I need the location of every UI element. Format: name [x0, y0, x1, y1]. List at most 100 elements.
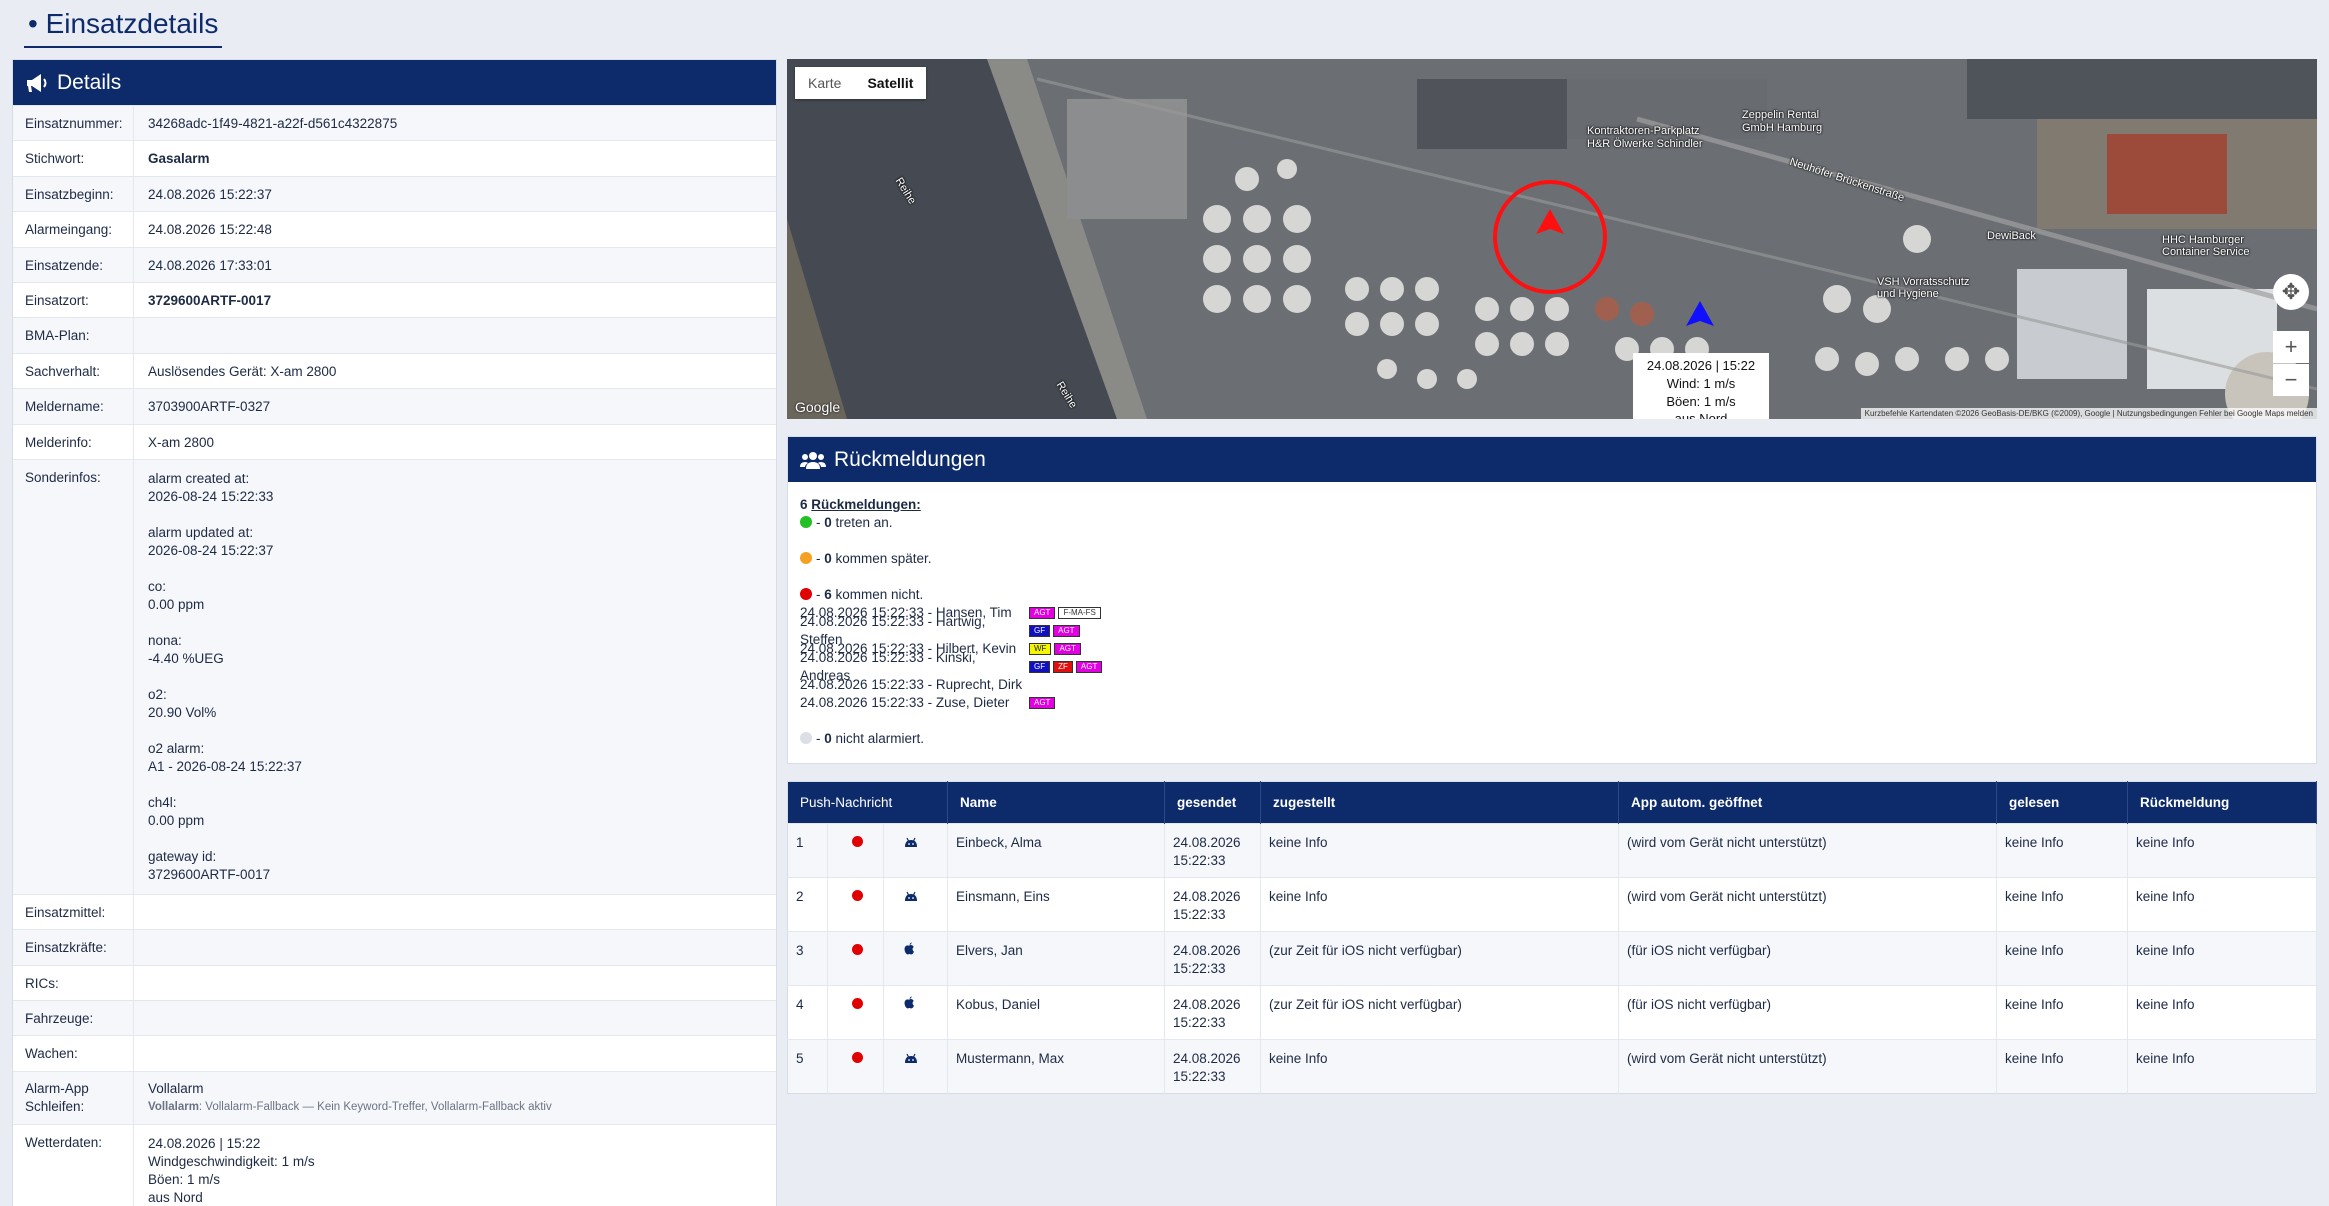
map-view[interactable]: Reihe Reihe Kontraktoren-Parkplatz H&R Ö… — [787, 59, 2317, 419]
map-type-satellit-button[interactable]: Satellit — [854, 67, 926, 99]
cell-gesendet: 24.08.2026 15:22:33 — [1164, 931, 1261, 986]
header-app-geoeffnet[interactable]: App autom. geöffnet — [1618, 781, 1997, 824]
zoom-out-button[interactable]: − — [2273, 364, 2309, 396]
sent-time: 15:22:33 — [1173, 907, 1226, 922]
orange-dot-icon — [800, 552, 812, 564]
cell-nr: 3 — [787, 931, 828, 986]
map-pan-control[interactable]: ✥ — [2273, 274, 2309, 310]
sonderinfo-line: 2026-08-24 15:22:33 — [148, 488, 274, 504]
table-row[interactable]: 5 Mustermann, Max 24.08.2026 15:22:33 keine … — [787, 1039, 2317, 1094]
detail-label: Melderinfo: — [13, 424, 134, 459]
treten-label: treten an. — [831, 515, 893, 530]
header-rueckmeldung[interactable]: Rückmeldung — [2127, 781, 2317, 824]
detail-label: Einsatzkräfte: — [13, 930, 134, 965]
label-line: Schleifen: — [25, 1098, 85, 1114]
header-push[interactable]: Push-Nachricht — [787, 781, 948, 824]
sonderinfo-line: alarm updated at: — [148, 524, 254, 540]
cell-os — [883, 1039, 948, 1094]
cell-gelesen: keine Info — [1996, 1039, 2128, 1094]
detail-row: Alarmeingang: 24.08.2026 15:22:48 — [13, 211, 776, 247]
cell-name: Mustermann, Max — [947, 1039, 1165, 1094]
treten-count: 0 — [824, 515, 832, 530]
detail-label: Sonderinfos: — [13, 459, 134, 894]
detail-label: Einsatzende: — [13, 247, 134, 282]
header-gesendet[interactable]: gesendet — [1164, 781, 1261, 824]
android-icon — [904, 888, 918, 906]
rueckmeldungen-header: Rückmeldungen — [788, 437, 2316, 482]
detail-label: Wetterdaten: — [13, 1124, 134, 1206]
wetter-line: 24.08.2026 | 15:22 — [148, 1135, 261, 1151]
push-table-header: Push-Nachricht Name gesendet zugestellt … — [787, 781, 2317, 824]
detail-row: Einsatzmittel: — [13, 893, 776, 930]
map-label-zeppelin: Zeppelin Rental — [1742, 109, 1820, 121]
table-row[interactable]: 4 Kobus, Daniel 24.08.2026 15:22:33 (zur Zei… — [787, 985, 2317, 1040]
grey-dot-icon — [800, 732, 812, 744]
detail-label: BMA-Plan: — [13, 318, 134, 353]
detail-row: RICs: — [13, 964, 776, 1001]
map-type-karte-button[interactable]: Karte — [795, 67, 854, 99]
map-label-zeppelin: GmbH Hamburg — [1742, 122, 1823, 134]
map-attribution[interactable]: Kurzbefehle Kartendaten ©2026 GeoBasis-D… — [1860, 408, 2317, 419]
count-link[interactable]: Rückmeldungen: — [811, 497, 921, 512]
qualification-badge: GF — [1029, 661, 1051, 673]
table-row[interactable]: 2 Einsmann, Eins 24.08.2026 15:22:33 keine I… — [787, 877, 2317, 932]
qualification-badge: F-MA-FS — [1058, 607, 1101, 619]
sonderinfo-line: A1 - 2026-08-24 15:22:37 — [148, 758, 302, 774]
wetter-line: aus Nord — [148, 1189, 203, 1205]
header-gelesen[interactable]: gelesen — [1996, 781, 2128, 824]
nicht-label: kommen nicht. — [831, 587, 924, 602]
wetter-line: Böen: 1 m/s — [148, 1171, 221, 1187]
detail-row: Einsatznummer: 34268adc-1f49-4821-a22f-d5… — [13, 105, 776, 141]
header-name[interactable]: Name — [947, 781, 1165, 824]
detail-value — [134, 966, 148, 1000]
detail-value — [134, 895, 148, 929]
qualification-badge: AGT — [1053, 625, 1080, 637]
rueckmeldungen-body: 6 Rückmeldungen: - 0 treten an. - 0 komm… — [788, 482, 2316, 762]
detail-value: 24.08.2026 15:22:48 — [148, 222, 272, 238]
detail-row: Sachverhalt: Auslösendes Gerät: X-am 2800 — [13, 352, 776, 389]
nicht-alarmiert-label: nicht alarmiert. — [831, 731, 925, 746]
status-treten-an: - 0 treten an. — [800, 514, 2304, 532]
cell-name: Einbeck, Alma — [947, 823, 1165, 878]
cell-os — [883, 931, 948, 986]
cell-nr: 2 — [787, 877, 828, 932]
table-row[interactable]: 3 Elvers, Jan 24.08.2026 15:22:33 (zur Zeit … — [787, 931, 2317, 986]
cell-gesendet: 24.08.2026 15:22:33 — [1164, 877, 1261, 932]
detail-row: Meldername: 3703900ARTF-0327 — [13, 388, 776, 424]
detail-row-wetter: Wetterdaten: 24.08.2026 | 15:22 Windgeschw… — [13, 1123, 776, 1206]
sent-date: 24.08.2026 — [1173, 835, 1241, 850]
detail-label: Einsatzmittel: — [13, 894, 134, 930]
sonderinfos-value: alarm created at: 2026-08-24 15:22:33 alar… — [134, 460, 302, 894]
sent-date: 24.08.2026 — [1173, 889, 1241, 904]
schleifen-value: Vollalarm Vollalarm: Vollalarm-Fallback —… — [134, 1072, 552, 1124]
zoom-in-button[interactable]: + — [2273, 331, 2309, 363]
schleife-reason-text: : Vollalarm-Fallback — Kein Keyword-Tref… — [198, 1100, 552, 1113]
entry-text: 24.08.2026 15:22:33 - Ruprecht, Dirk — [800, 677, 1023, 692]
cell-zugestellt: keine Info — [1260, 1039, 1619, 1094]
detail-value: 3729600ARTF-0017 — [148, 292, 272, 308]
qualification-badge: AGT — [1075, 661, 1103, 673]
details-header: Details — [13, 60, 776, 105]
detail-value: Auslösendes Gerät: X-am 2800 — [148, 363, 337, 379]
status-kommen-spaeter: - 0 kommen später. — [800, 550, 2304, 568]
header-zugestellt[interactable]: zugestellt — [1260, 781, 1619, 824]
sonderinfo-line: co: — [148, 578, 167, 594]
sonderinfo-line: o2: — [148, 686, 167, 702]
sonderinfo-line: 3729600ARTF-0017 — [148, 866, 271, 882]
detail-row: Einsatzende: 24.08.2026 17:33:01 — [13, 246, 776, 282]
qualification-badge: ZF — [1053, 661, 1073, 673]
cell-gelesen: keine Info — [1996, 931, 2128, 986]
megaphone-icon — [25, 73, 49, 93]
tooltip-line: aus Nord — [1674, 411, 1728, 419]
cell-rueckmeldung: keine Info — [2127, 823, 2317, 878]
sent-time: 15:22:33 — [1173, 853, 1226, 868]
tooltip-line: Wind: 1 m/s — [1666, 376, 1736, 391]
spaeter-label: kommen später. — [831, 551, 932, 566]
map-label-vorratsschutz: VSH Vorratsschutz — [1877, 276, 1970, 288]
table-row[interactable]: 1 Einbeck, Alma 24.08.2026 15:22:33 keine In… — [787, 823, 2317, 878]
cell-app-geoeffnet: (wird vom Gerät nicht unterstützt) — [1618, 823, 1997, 878]
